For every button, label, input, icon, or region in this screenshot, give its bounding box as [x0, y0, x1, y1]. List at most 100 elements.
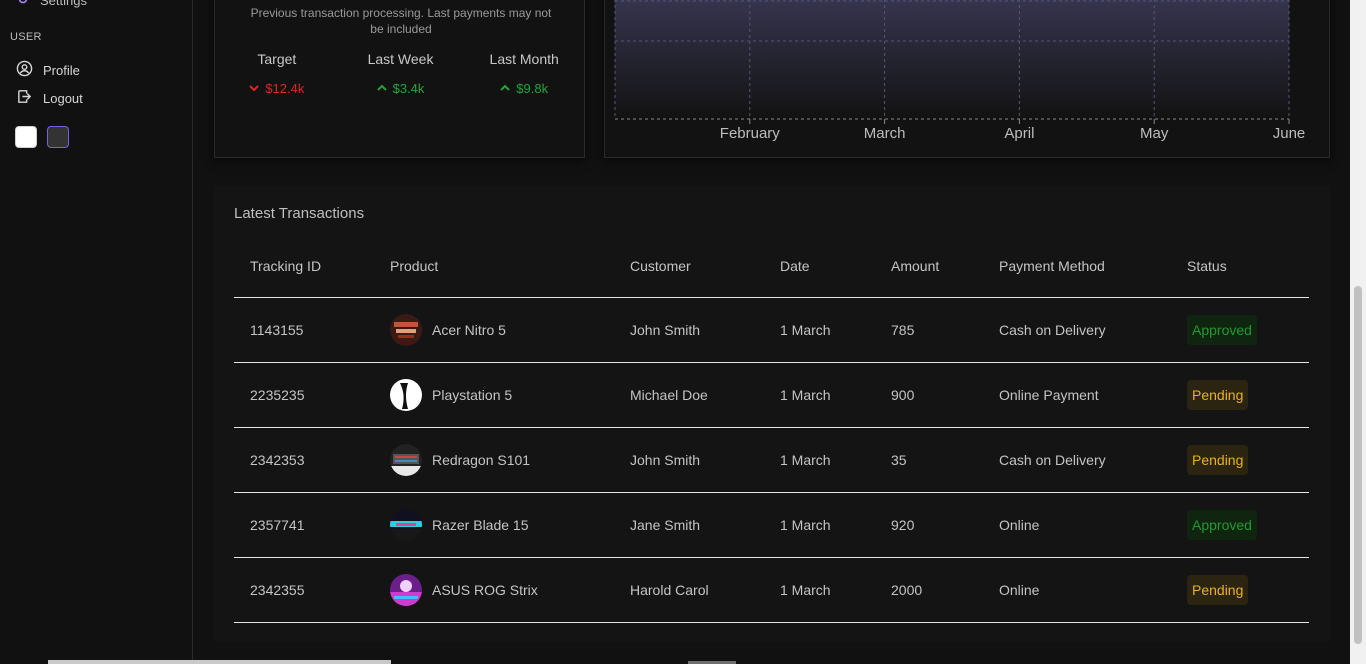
column-header[interactable]: Status: [1171, 236, 1309, 298]
amount: 35: [875, 427, 983, 493]
product-name: Acer Nitro 5: [432, 321, 506, 338]
column-header[interactable]: Tracking ID: [234, 236, 374, 298]
payment-method: Online Payment: [983, 362, 1171, 428]
customer: Jane Smith: [614, 492, 764, 558]
customer: Harold Carol: [614, 557, 764, 623]
table-row[interactable]: 1143155 Acer Nitro 5 John Smith 1 March: [234, 297, 1309, 363]
status-badge: Approved: [1187, 509, 1257, 540]
product: Acer Nitro 5: [390, 313, 614, 346]
horizontal-scrollbar[interactable]: [48, 660, 391, 664]
column-header[interactable]: Product: [374, 236, 614, 298]
chevron-up-icon: [500, 81, 510, 96]
product-cell: Playstation 5: [374, 362, 614, 428]
area-chart: February March April May June: [614, 0, 1305, 142]
sidebar-item-label: Settings: [40, 0, 87, 8]
sidebar-item-label: Profile: [43, 62, 80, 78]
product-cell: Acer Nitro 5: [374, 297, 614, 363]
vertical-scrollbar[interactable]: [1350, 0, 1366, 664]
column-header[interactable]: Payment Method: [983, 236, 1171, 298]
amount: 2000: [875, 557, 983, 623]
tracking-id: 2235235: [234, 362, 374, 428]
status-cell: Pending: [1171, 557, 1309, 623]
summary-amount: $3.4k: [392, 81, 425, 96]
tracking-id: 2357741: [234, 492, 374, 558]
sidebar-item-logout[interactable]: Logout: [16, 88, 83, 108]
status-badge: Approved: [1187, 314, 1257, 345]
status-badge: Pending: [1187, 379, 1249, 410]
status-badge: Pending: [1187, 444, 1249, 475]
product-name: Playstation 5: [432, 386, 513, 403]
product-cell: Redragon S101: [374, 427, 614, 493]
customer: John Smith: [614, 427, 764, 493]
summary-title: Target: [257, 51, 297, 67]
main-content: Previous transaction processing. Last pa…: [194, 0, 1350, 664]
payment-method: Cash on Delivery: [983, 427, 1171, 493]
product-thumbnail: [390, 508, 422, 541]
table-row[interactable]: 2235235 Playstation 5 Michael Doe 1 Marc…: [234, 362, 1309, 428]
transactions-title: Latest Transactions: [234, 205, 365, 222]
table-header-row: Tracking ID Product Customer Date Amount…: [234, 236, 1309, 298]
app-root: Settings USER Profile Logout Previous tr…: [0, 0, 1366, 664]
product-thumbnail: [390, 443, 422, 476]
gear-icon: [16, 0, 30, 9]
tracking-id: 1143155: [234, 297, 374, 363]
sidebar: Settings USER Profile Logout: [0, 0, 193, 664]
product-name: Razer Blade 15: [432, 516, 529, 533]
date: 1 March: [764, 492, 875, 558]
table-row[interactable]: 2357741 Razer Blade 15 Jane Smith 1 Marc…: [234, 492, 1309, 558]
theme-dark-option[interactable]: [47, 126, 69, 148]
product: Redragon S101: [390, 443, 614, 476]
x-tick-label: May: [1140, 125, 1169, 142]
status-cell: Approved: [1171, 297, 1309, 363]
product: ASUS ROG Strix: [390, 573, 614, 606]
summary-value: $9.8k: [462, 81, 586, 96]
summary-value: $12.4k: [215, 81, 339, 96]
product: Razer Blade 15: [390, 508, 614, 541]
column-header[interactable]: Amount: [875, 236, 983, 298]
table-row[interactable]: 2342353 Redragon S101 John Smith 1 March: [234, 427, 1309, 493]
scrollbar-thumb[interactable]: [1354, 286, 1362, 644]
summary-amount: $12.4k: [265, 81, 305, 96]
date: 1 March: [764, 427, 875, 493]
chevron-down-icon: [249, 81, 260, 96]
latest-transactions-card: Latest Transactions Tracking ID Product …: [214, 186, 1330, 642]
product-cell: Razer Blade 15: [374, 492, 614, 558]
tracking-id: 2342355: [234, 557, 374, 623]
sidebar-item-settings[interactable]: Settings: [16, 0, 87, 9]
sidebar-item-label: Logout: [43, 90, 83, 106]
featured-note: Previous transaction processing. Last pa…: [250, 6, 552, 36]
status-cell: Pending: [1171, 362, 1309, 428]
product: Playstation 5: [390, 378, 614, 411]
column-header[interactable]: Customer: [614, 236, 764, 298]
logout-icon: [16, 88, 33, 108]
column-header[interactable]: Date: [764, 236, 875, 298]
product-name: ASUS ROG Strix: [432, 581, 538, 598]
sidebar-item-profile[interactable]: Profile: [16, 60, 80, 80]
summary-amount: $9.8k: [516, 81, 549, 96]
product-cell: ASUS ROG Strix: [374, 557, 614, 623]
summary-title: Last Month: [489, 51, 559, 67]
chart-area-fill: [615, 0, 1289, 119]
product-name: Redragon S101: [432, 451, 531, 468]
featured-card: Previous transaction processing. Last pa…: [214, 0, 585, 158]
amount: 900: [875, 362, 983, 428]
summary-target: Target $12.4k: [215, 51, 339, 96]
theme-light-option[interactable]: [15, 126, 37, 148]
x-tick-label: March: [864, 125, 906, 142]
summary-title: Last Week: [367, 51, 434, 67]
revenue-chart-card: February March April May June: [604, 0, 1330, 158]
status-cell: Pending: [1171, 427, 1309, 493]
product-thumbnail: [390, 313, 422, 346]
amount: 920: [875, 492, 983, 558]
summary-value: $3.4k: [339, 81, 463, 96]
product-thumbnail: [390, 378, 422, 411]
product-thumbnail: [390, 573, 422, 606]
payment-method: Online: [983, 557, 1171, 623]
table-row[interactable]: 2342355 ASUS ROG Strix Harold Carol 1 Ma…: [234, 557, 1309, 623]
status-cell: Approved: [1171, 492, 1309, 558]
payment-method: Online: [983, 492, 1171, 558]
tracking-id: 2342353: [234, 427, 374, 493]
customer: John Smith: [614, 297, 764, 363]
customer: Michael Doe: [614, 362, 764, 428]
x-tick-label: April: [1004, 125, 1034, 142]
